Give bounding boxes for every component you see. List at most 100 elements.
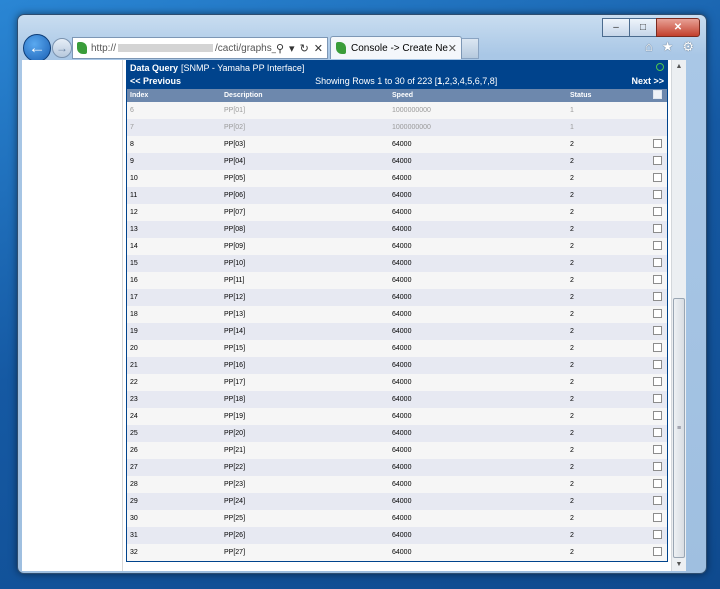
row-select-checkbox[interactable] — [653, 411, 662, 420]
table-row[interactable]: 6 PP[01] 1000000000 1 — [127, 102, 667, 119]
scroll-thumb[interactable]: ≡ — [673, 298, 685, 558]
table-row[interactable]: 16 PP[11] 64000 2 — [127, 272, 667, 289]
table-row[interactable]: 30 PP[25] 64000 2 — [127, 510, 667, 527]
cell-speed: 64000 — [392, 413, 412, 420]
page-links[interactable]: ,2,3,4,5,6,7,8] — [442, 76, 497, 86]
row-select-checkbox[interactable] — [653, 207, 662, 216]
row-select-checkbox[interactable] — [653, 462, 662, 471]
search-icon[interactable]: ⚲ — [276, 42, 284, 55]
row-select-checkbox[interactable] — [653, 258, 662, 267]
row-select-checkbox[interactable] — [653, 173, 662, 182]
address-bar[interactable]: http:// /cacti/graphs_new.ph ⚲ ▾ ↻ ✕ — [72, 37, 328, 59]
row-select-checkbox[interactable] — [653, 139, 662, 148]
row-select-checkbox[interactable] — [653, 547, 662, 556]
table-row[interactable]: 29 PP[24] 64000 2 — [127, 493, 667, 510]
cell-index: 25 — [130, 430, 138, 437]
row-select-checkbox[interactable] — [653, 360, 662, 369]
row-select-checkbox[interactable] — [653, 513, 662, 522]
favorites-star-icon[interactable]: ★ — [662, 39, 674, 55]
table-row[interactable]: 12 PP[07] 64000 2 — [127, 204, 667, 221]
previous-page-link[interactable]: << Previous — [130, 76, 181, 86]
row-select-checkbox[interactable] — [653, 479, 662, 488]
tab-close-icon[interactable]: ✕ — [448, 42, 461, 55]
table-row[interactable]: 24 PP[19] 64000 2 — [127, 408, 667, 425]
vertical-scrollbar[interactable]: ▲ ≡ ▼ — [671, 60, 686, 571]
table-row[interactable]: 23 PP[18] 64000 2 — [127, 391, 667, 408]
row-select-checkbox[interactable] — [653, 445, 662, 454]
table-row[interactable]: 8 PP[03] 64000 2 — [127, 136, 667, 153]
row-select-checkbox[interactable] — [653, 530, 662, 539]
cell-select — [647, 119, 667, 136]
cell-index: 17 — [130, 294, 138, 301]
table-row[interactable]: 32 PP[27] 64000 2 — [127, 544, 667, 561]
table-row[interactable]: 11 PP[06] 64000 2 — [127, 187, 667, 204]
row-select-checkbox[interactable] — [653, 343, 662, 352]
cell-description: PP[01] — [224, 107, 246, 114]
new-tab-button[interactable] — [462, 38, 479, 59]
table-row[interactable]: 18 PP[13] 64000 2 — [127, 306, 667, 323]
table-row[interactable]: 28 PP[23] 64000 2 — [127, 476, 667, 493]
cell-index: 12 — [130, 209, 138, 216]
page-viewport: Data Query [SNMP - Yamaha PP Interface] … — [22, 60, 686, 571]
cell-select — [647, 323, 667, 340]
table-row[interactable]: 19 PP[14] 64000 2 — [127, 323, 667, 340]
home-icon[interactable]: ⌂ — [645, 39, 653, 55]
address-url[interactable]: http:// /cacti/graphs_new.ph — [91, 43, 276, 54]
cell-select — [647, 221, 667, 238]
table-row[interactable]: 10 PP[05] 64000 2 — [127, 170, 667, 187]
column-header-index[interactable]: Index — [127, 89, 221, 102]
row-select-checkbox[interactable] — [653, 156, 662, 165]
scroll-up-arrow-icon[interactable]: ▲ — [672, 60, 686, 73]
back-arrow-icon[interactable]: ← — [23, 34, 51, 62]
select-all-checkbox[interactable] — [653, 90, 662, 99]
cell-speed: 64000 — [392, 430, 412, 437]
row-select-checkbox[interactable] — [653, 309, 662, 318]
cell-description: PP[27] — [224, 549, 246, 556]
query-status-icon[interactable] — [656, 63, 664, 71]
dropdown-arrow-icon[interactable]: ▾ — [289, 42, 295, 55]
cell-speed: 64000 — [392, 141, 412, 148]
next-page-link[interactable]: Next >> — [631, 76, 664, 86]
table-row[interactable]: 14 PP[09] 64000 2 — [127, 238, 667, 255]
table-row[interactable]: 20 PP[15] 64000 2 — [127, 340, 667, 357]
cell-description: PP[06] — [224, 192, 246, 199]
settings-gear-icon[interactable]: ⚙ — [682, 39, 694, 55]
table-row[interactable]: 15 PP[10] 64000 2 — [127, 255, 667, 272]
cell-description: PP[26] — [224, 532, 246, 539]
row-select-checkbox[interactable] — [653, 377, 662, 386]
column-header-description[interactable]: Description — [221, 89, 389, 102]
table-row[interactable]: 21 PP[16] 64000 2 — [127, 357, 667, 374]
row-select-checkbox[interactable] — [653, 326, 662, 335]
row-select-checkbox[interactable] — [653, 190, 662, 199]
row-select-checkbox[interactable] — [653, 241, 662, 250]
tab-console[interactable]: Console -> Create New ... ✕ — [330, 36, 462, 59]
table-row[interactable]: 13 PP[08] 64000 2 — [127, 221, 667, 238]
table-row[interactable]: 7 PP[02] 1000000000 1 — [127, 119, 667, 136]
refresh-icon[interactable]: ↻ — [300, 42, 309, 55]
row-select-checkbox[interactable] — [653, 292, 662, 301]
row-select-checkbox[interactable] — [653, 428, 662, 437]
cell-description: PP[21] — [224, 447, 246, 454]
browser-toolbar: ← → http:///cacti/graphs_new.ph ⚲ ▾ ↻ ✕ … — [18, 33, 706, 63]
table-row[interactable]: 9 PP[04] 64000 2 — [127, 153, 667, 170]
table-row[interactable]: 26 PP[21] 64000 2 — [127, 442, 667, 459]
column-header-status[interactable]: Status — [567, 89, 647, 102]
table-row[interactable]: 27 PP[22] 64000 2 — [127, 459, 667, 476]
row-select-checkbox[interactable] — [653, 224, 662, 233]
row-select-checkbox[interactable] — [653, 275, 662, 284]
cell-speed: 64000 — [392, 362, 412, 369]
table-row[interactable]: 22 PP[17] 64000 2 — [127, 374, 667, 391]
cell-select — [647, 102, 667, 119]
table-row[interactable]: 31 PP[26] 64000 2 — [127, 527, 667, 544]
table-row[interactable]: 25 PP[20] 64000 2 — [127, 425, 667, 442]
forward-arrow-icon[interactable]: → — [52, 38, 72, 58]
cell-status: 2 — [570, 481, 574, 488]
stop-icon[interactable]: ✕ — [314, 42, 323, 55]
select-all-cell — [647, 89, 667, 102]
cell-speed: 64000 — [392, 549, 412, 556]
table-row[interactable]: 17 PP[12] 64000 2 — [127, 289, 667, 306]
column-header-speed[interactable]: Speed — [389, 89, 567, 102]
row-select-checkbox[interactable] — [653, 496, 662, 505]
row-select-checkbox[interactable] — [653, 394, 662, 403]
scroll-down-arrow-icon[interactable]: ▼ — [672, 558, 686, 571]
